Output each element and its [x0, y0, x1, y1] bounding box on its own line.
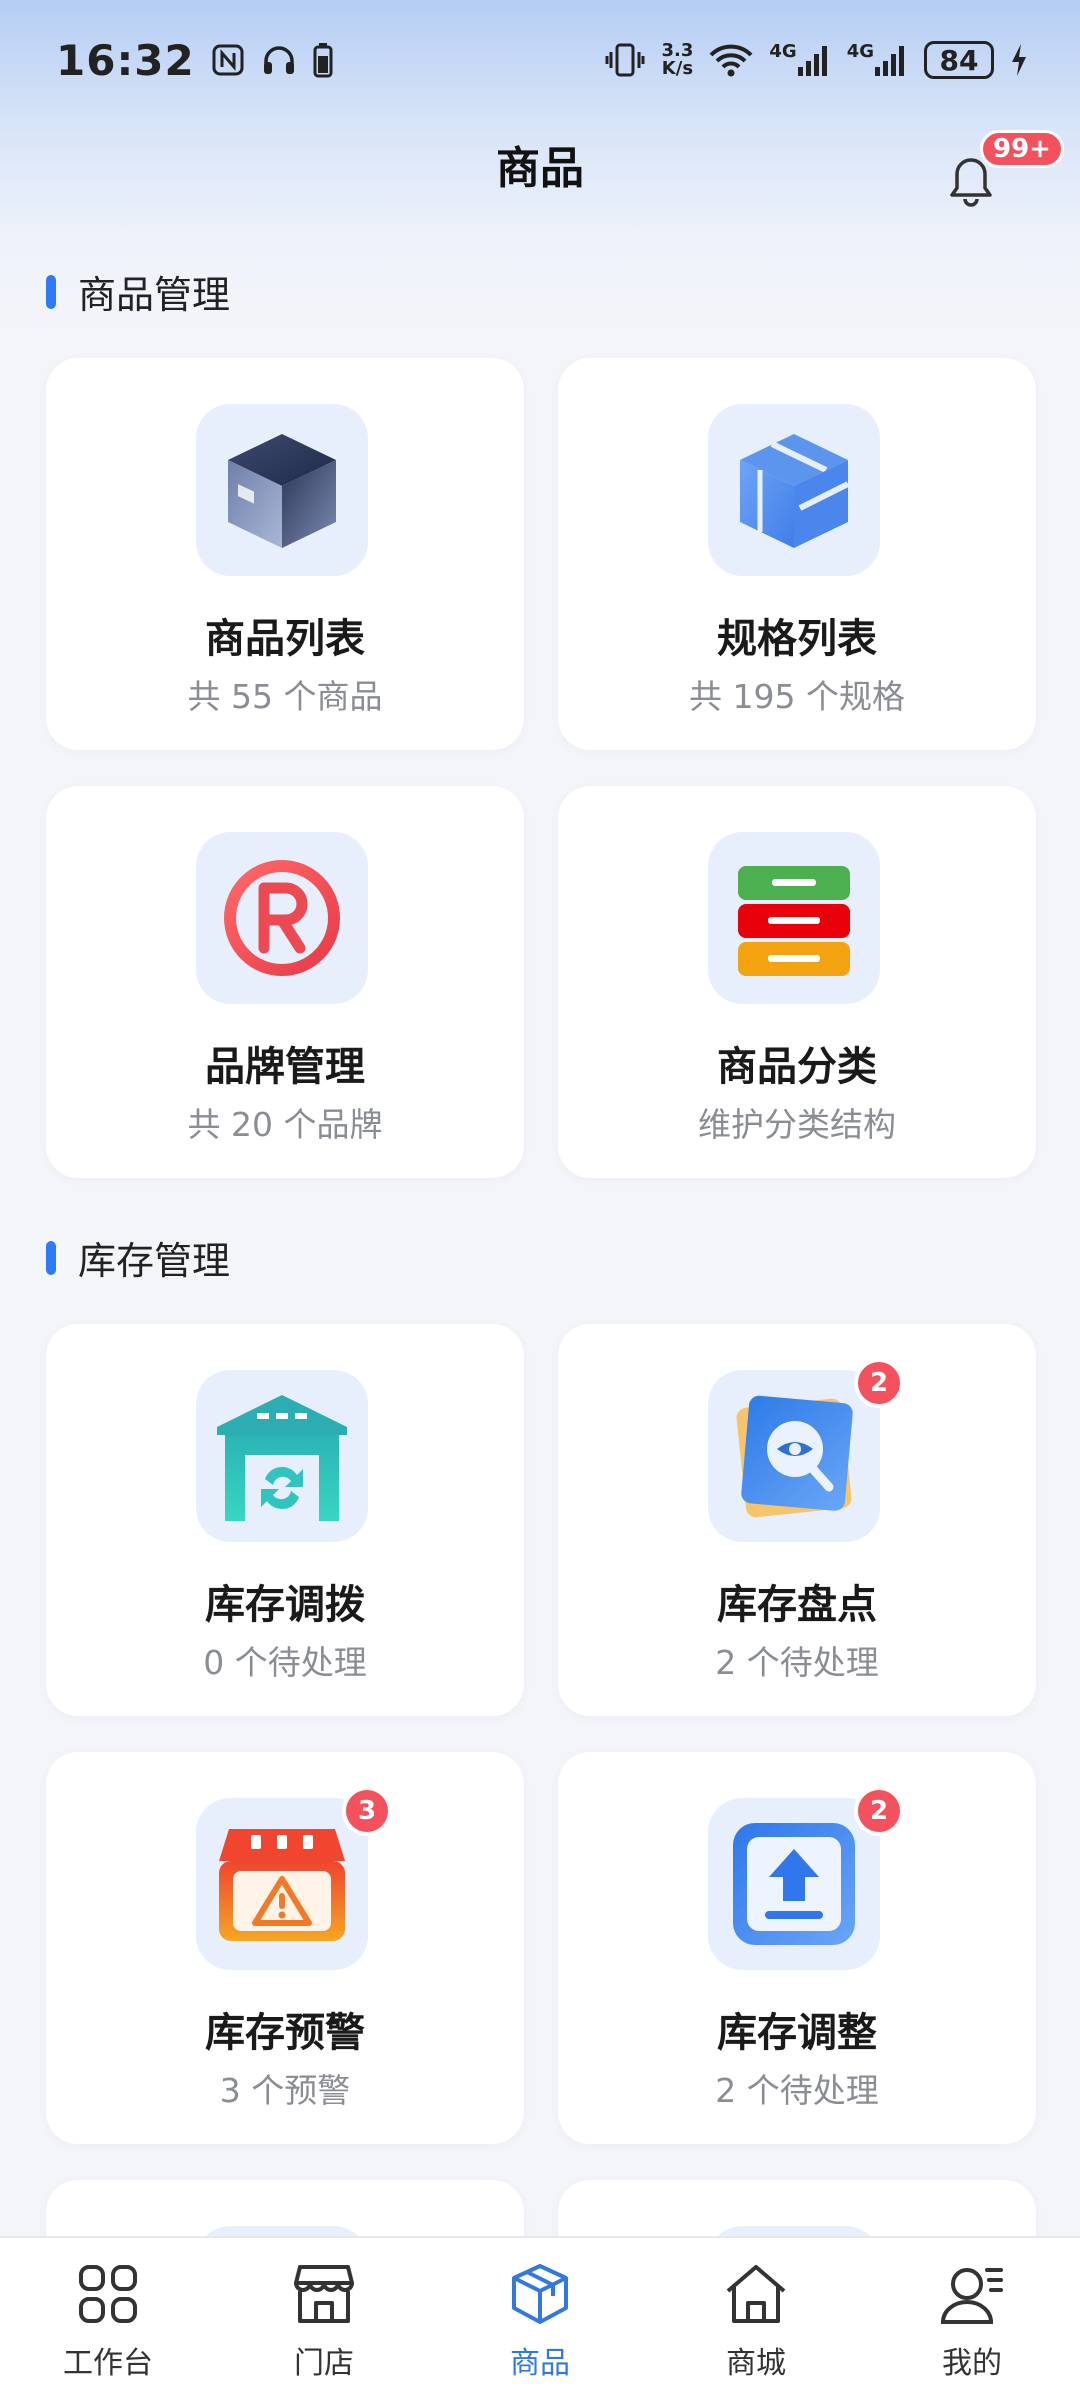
- nav-mall[interactable]: 商城: [648, 2238, 864, 2382]
- card-subtitle: 维护分类结构: [698, 1105, 896, 1144]
- card-subtitle: 3 个预警: [219, 2071, 351, 2110]
- card-subtitle: 共 20 个品牌: [187, 1105, 383, 1144]
- card-spec-list[interactable]: 规格列表 共 195 个规格: [558, 358, 1036, 750]
- nav-label: 工作台: [63, 2346, 153, 2381]
- sim1-type: 4G: [769, 41, 797, 62]
- notification-button[interactable]: 99+: [938, 130, 1064, 208]
- card-subtitle: 2 个待处理: [715, 1643, 879, 1682]
- card-title: 库存预警: [205, 2010, 365, 2056]
- card-subtitle: 2 个待处理: [715, 2071, 879, 2110]
- battery-small-icon: [313, 42, 333, 78]
- page-header: 商品 99+: [0, 120, 1080, 208]
- card-brand-management[interactable]: 品牌管理 共 20 个品牌: [46, 786, 524, 1178]
- stock-warning-icon: [196, 1798, 368, 1970]
- stock-adjust-icon: [708, 1798, 880, 1970]
- card-stock-transfer[interactable]: 库存调拨 0 个待处理: [46, 1324, 524, 1716]
- spec-box-icon: [708, 404, 880, 576]
- card-stock-adjust[interactable]: 2 库存调整 2 个待处理: [558, 1752, 1036, 2144]
- section-marker: [46, 1240, 56, 1275]
- card-title: 商品列表: [205, 616, 365, 662]
- card-subtitle: 共 195 个规格: [689, 677, 905, 716]
- card-subtitle: 共 55 个商品: [187, 677, 383, 716]
- net-speed-unit: K/s: [661, 58, 694, 79]
- box-icon: [196, 404, 368, 576]
- nav-mine[interactable]: 我的: [864, 2238, 1080, 2382]
- status-time: 16:32: [56, 35, 195, 85]
- category-icon: [708, 832, 880, 1004]
- pending-count-badge: 2: [854, 1786, 904, 1836]
- signal-icon-2: 4G: [847, 43, 908, 77]
- home-icon: [720, 2258, 792, 2330]
- nav-workbench[interactable]: 工作台: [0, 2238, 216, 2382]
- nav-product[interactable]: 商品: [432, 2238, 648, 2382]
- card-title: 商品分类: [717, 1044, 877, 1090]
- nav-label: 商品: [510, 2346, 570, 2381]
- nav-label: 商城: [726, 2346, 786, 2381]
- card-product-list[interactable]: 商品列表 共 55 个商品: [46, 358, 524, 750]
- card-title: 规格列表: [717, 616, 877, 662]
- section-inventory-management: 库存管理: [46, 1230, 230, 1285]
- wifi-icon: [709, 43, 753, 77]
- section-marker: [46, 274, 56, 309]
- profile-icon: [936, 2258, 1008, 2330]
- registered-icon: [196, 832, 368, 1004]
- nav-label: 门店: [294, 2346, 354, 2381]
- pending-count-badge: 2: [854, 1358, 904, 1408]
- section-product-management: 商品管理: [46, 264, 230, 319]
- warning-count-badge: 3: [342, 1786, 392, 1836]
- card-title: 库存调拨: [205, 1582, 365, 1628]
- nav-store[interactable]: 门店: [216, 2238, 432, 2382]
- headphones-icon: [261, 43, 297, 77]
- store-icon: [288, 2258, 360, 2330]
- card-product-category[interactable]: 商品分类 维护分类结构: [558, 786, 1036, 1178]
- signal-icon: 4G: [769, 43, 830, 77]
- warehouse-transfer-icon: [196, 1370, 368, 1542]
- net-speed: 3.3 K/s: [661, 42, 693, 78]
- card-title: 库存盘点: [717, 1582, 877, 1628]
- battery-level: 84: [924, 41, 994, 79]
- section-title: 库存管理: [78, 1239, 231, 1283]
- nav-label: 我的: [942, 2346, 1002, 2381]
- bottom-navigation: 工作台 门店 商品 商城 我的: [0, 2236, 1080, 2388]
- notification-badge: 99+: [980, 130, 1064, 168]
- stock-check-icon: [708, 1370, 880, 1542]
- grid-icon: [72, 2258, 144, 2330]
- sim2-type: 4G: [846, 41, 874, 62]
- card-stock-warning[interactable]: 3 库存预警 3 个预警: [46, 1752, 524, 2144]
- nfc-icon: [211, 43, 245, 77]
- page-title: 商品: [496, 143, 584, 194]
- product-box-icon: [504, 2258, 576, 2330]
- card-title: 库存调整: [717, 2010, 877, 2056]
- card-stock-check[interactable]: 2 库存盘点 2 个待处理: [558, 1324, 1036, 1716]
- vibrate-icon: [605, 42, 645, 78]
- card-subtitle: 0 个待处理: [203, 1643, 367, 1682]
- section-title: 商品管理: [78, 273, 231, 317]
- card-title: 品牌管理: [205, 1044, 365, 1090]
- charging-icon: [1010, 43, 1028, 77]
- status-bar: 16:32 3.3 K/s 4G 4G 84: [0, 0, 1080, 120]
